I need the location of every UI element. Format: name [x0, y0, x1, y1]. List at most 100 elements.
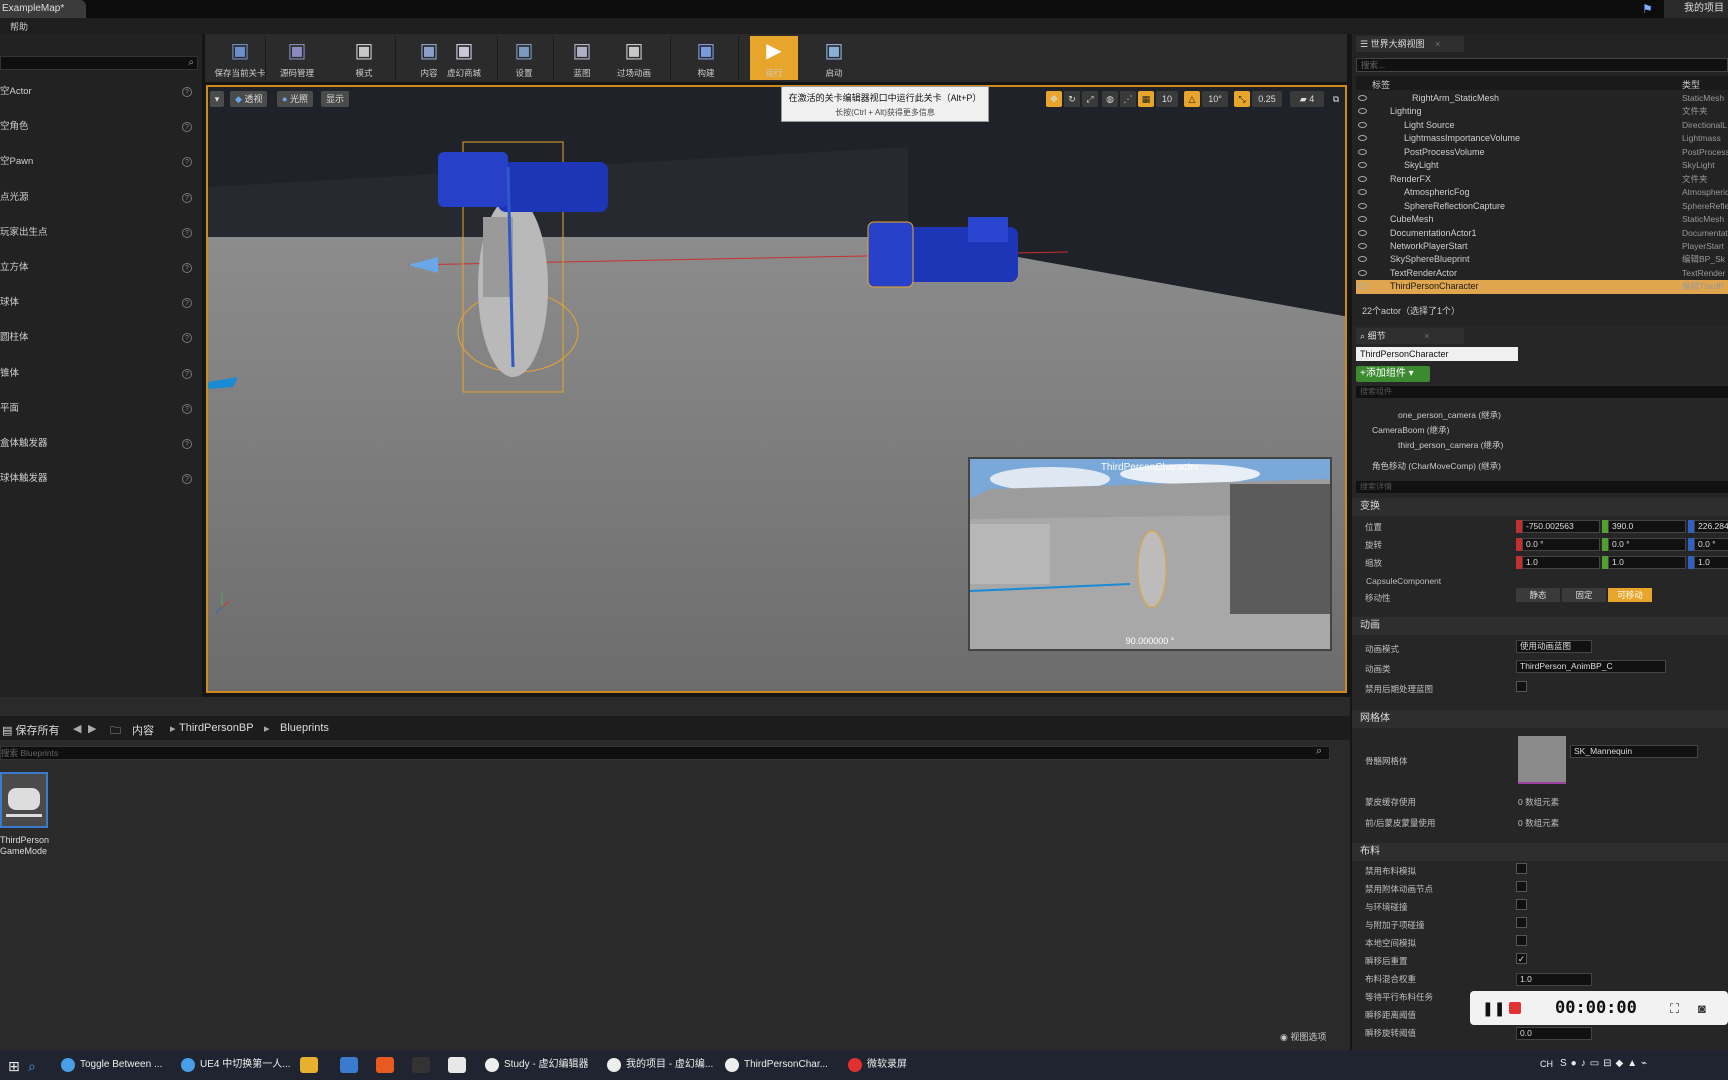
place-item[interactable]: 球体触发器?	[0, 469, 196, 489]
outliner-tab[interactable]: ☰ 世界大纲视图 ×	[1356, 36, 1464, 52]
camera-speed-button[interactable]: ▰ 4	[1290, 91, 1324, 107]
firefox-icon[interactable]	[376, 1057, 394, 1073]
toolbar-button[interactable]: ▣ 保存当前关卡	[212, 36, 268, 80]
place-item[interactable]: 平面?	[0, 399, 196, 419]
camera-icon[interactable]: ◙	[1698, 1001, 1706, 1016]
mobility-static[interactable]: 静态	[1516, 588, 1560, 602]
input-language[interactable]: CH	[1540, 1059, 1553, 1069]
level-tab[interactable]: ExampleMap*	[0, 0, 86, 18]
tray-icons[interactable]: S●♪▭⊟◆▲⌁	[1560, 1058, 1651, 1069]
taskbar-item[interactable]: ThirdPersonChar...	[722, 1053, 834, 1077]
outliner-row[interactable]: Lighting 文件夹	[1356, 105, 1728, 118]
visibility-icon[interactable]	[1358, 189, 1367, 196]
place-item[interactable]: 玩家出生点?	[0, 223, 196, 243]
place-search-input[interactable]: ⌕	[0, 56, 198, 70]
visibility-icon[interactable]	[1358, 95, 1367, 101]
mobility-movable[interactable]: 可移动	[1608, 588, 1652, 602]
toolbar-button[interactable]: ▣ 蓝图	[558, 36, 606, 80]
anim-class-select[interactable]: ThirdPerson_AnimBP_C	[1516, 660, 1666, 673]
help-icon[interactable]: ?	[182, 227, 192, 238]
component-item[interactable]: third_person_camera (继承)	[1398, 439, 1503, 451]
viewport-options-button[interactable]: ▾	[210, 91, 224, 107]
outliner-row[interactable]: CubeMesh StaticMesh	[1356, 213, 1728, 226]
toolbar-button[interactable]: ▣ 启动	[810, 36, 858, 80]
show-button[interactable]: 显示	[321, 91, 350, 107]
rotation-threshold-field[interactable]: 0.0	[1516, 1027, 1592, 1040]
place-item[interactable]: 锥体?	[0, 364, 196, 384]
cloth-checkbox[interactable]	[1516, 899, 1527, 910]
visibility-icon[interactable]	[1358, 175, 1367, 182]
help-icon[interactable]: ?	[182, 157, 192, 168]
help-icon[interactable]: ?	[182, 87, 192, 97]
perspective-button[interactable]: ◆ 透视	[230, 91, 268, 107]
add-component-button[interactable]: +添加组件 ▾	[1356, 366, 1430, 382]
outliner-row[interactable]: PostProcessVolume PostProcess	[1356, 146, 1728, 159]
outliner-row[interactable]: TextRenderActor TextRender	[1356, 267, 1728, 280]
forward-icon[interactable]: ▶	[88, 722, 96, 735]
rotation-field[interactable]: 0.0 °	[1522, 538, 1600, 551]
rotate-mode-icon[interactable]: ↻	[1064, 91, 1080, 107]
menu-help[interactable]: 帮助	[10, 20, 28, 33]
outliner-row[interactable]: SkySphereBlueprint 编辑BP_Sk	[1356, 253, 1728, 266]
scale-snap-icon[interactable]: ⤡	[1234, 91, 1250, 107]
details-search-input[interactable]: 搜索详情	[1356, 481, 1728, 493]
visibility-icon[interactable]	[1358, 162, 1367, 169]
toolbar-button[interactable]: ▣ 模式	[340, 36, 388, 80]
pause-icon[interactable]: ❚❚	[1482, 1000, 1505, 1017]
help-icon[interactable]: ?	[182, 263, 192, 273]
place-item[interactable]: 点光源?	[0, 188, 196, 208]
place-item[interactable]: 盒体触发器?	[0, 434, 196, 454]
rotation-field[interactable]: 0.0 °	[1694, 538, 1728, 551]
outliner-row[interactable]: ThirdPersonCharacter 编辑ThirdP	[1356, 280, 1728, 294]
crop-icon[interactable]: ⛶	[1670, 1001, 1679, 1017]
world-local-icon[interactable]: ◍	[1102, 91, 1118, 107]
outliner-row[interactable]: SphereReflectionCapture SphereRefle	[1356, 200, 1728, 213]
col-type[interactable]: 类型	[1682, 78, 1700, 91]
help-icon[interactable]: ?	[182, 439, 192, 449]
scale-field[interactable]: 1.0	[1608, 556, 1686, 569]
close-icon[interactable]: ×	[1435, 39, 1440, 49]
source-control-icon[interactable]: ⚑	[1642, 2, 1656, 16]
rotation-field[interactable]: 0.0 °	[1608, 538, 1686, 551]
breadcrumb-blueprints[interactable]: Blueprints	[280, 722, 329, 734]
surface-snap-icon[interactable]: ⋰	[1120, 91, 1136, 107]
toolbar-button[interactable]: ▣ 构建	[682, 36, 730, 80]
help-icon[interactable]: ?	[182, 298, 192, 309]
scale-field[interactable]: 1.0	[1694, 556, 1728, 569]
mobility-stationary[interactable]: 固定	[1562, 588, 1606, 602]
visibility-icon[interactable]	[1358, 135, 1367, 142]
save-all-button[interactable]: ▤ 保存所有	[2, 722, 59, 738]
grid-snap-value[interactable]: 10	[1156, 91, 1178, 107]
cloth-blend-field[interactable]: 1.0	[1516, 973, 1592, 986]
rotation-snap-value[interactable]: 10°	[1202, 91, 1228, 107]
location-field[interactable]: -750.002563	[1522, 520, 1600, 533]
component-item[interactable]: CameraBoom (继承)	[1372, 424, 1449, 436]
actor-name-field[interactable]: ThirdPersonCharacter	[1356, 347, 1518, 361]
taskbar-item[interactable]: 我的项目 - 虚幻编...	[604, 1053, 716, 1077]
outliner-search-input[interactable]: 搜索...	[1356, 58, 1728, 72]
windows-start-icon[interactable]: ⊞	[8, 1058, 20, 1075]
visibility-icon[interactable]	[1358, 283, 1367, 290]
visibility-icon[interactable]	[1358, 216, 1367, 223]
taskbar-item[interactable]: UE4 中切换第一人...	[178, 1053, 298, 1077]
visibility-icon[interactable]	[1358, 229, 1367, 236]
animation-section[interactable]: 动画	[1352, 617, 1728, 635]
outliner-row[interactable]: RightArm_StaticMesh StaticMesh	[1356, 92, 1728, 105]
content-search-input[interactable]: 搜索 Blueprints	[0, 746, 1330, 760]
terminal-icon[interactable]	[412, 1057, 430, 1073]
outliner-row[interactable]: LightmassImportanceVolume Lightmass	[1356, 132, 1728, 145]
location-field[interactable]: 390.0	[1608, 520, 1686, 533]
place-item[interactable]: 球体?	[0, 293, 196, 313]
component-item[interactable]: 角色移动 (CharMoveComp) (继承)	[1372, 460, 1501, 472]
stop-icon[interactable]	[1509, 1002, 1521, 1014]
cloth-checkbox[interactable]: ✓	[1516, 953, 1527, 964]
help-icon[interactable]: ?	[182, 474, 192, 485]
help-icon[interactable]: ?	[182, 122, 192, 133]
scale-mode-icon[interactable]: ⤢	[1082, 91, 1098, 107]
outliner-row[interactable]: NetworkPlayerStart PlayerStart	[1356, 240, 1728, 253]
disable-post-checkbox[interactable]	[1516, 681, 1527, 692]
visibility-icon[interactable]	[1358, 242, 1367, 249]
place-item[interactable]: 空Pawn?	[0, 152, 196, 172]
visibility-icon[interactable]	[1358, 121, 1367, 128]
outliner-row[interactable]: SkyLight SkyLight	[1356, 159, 1728, 172]
